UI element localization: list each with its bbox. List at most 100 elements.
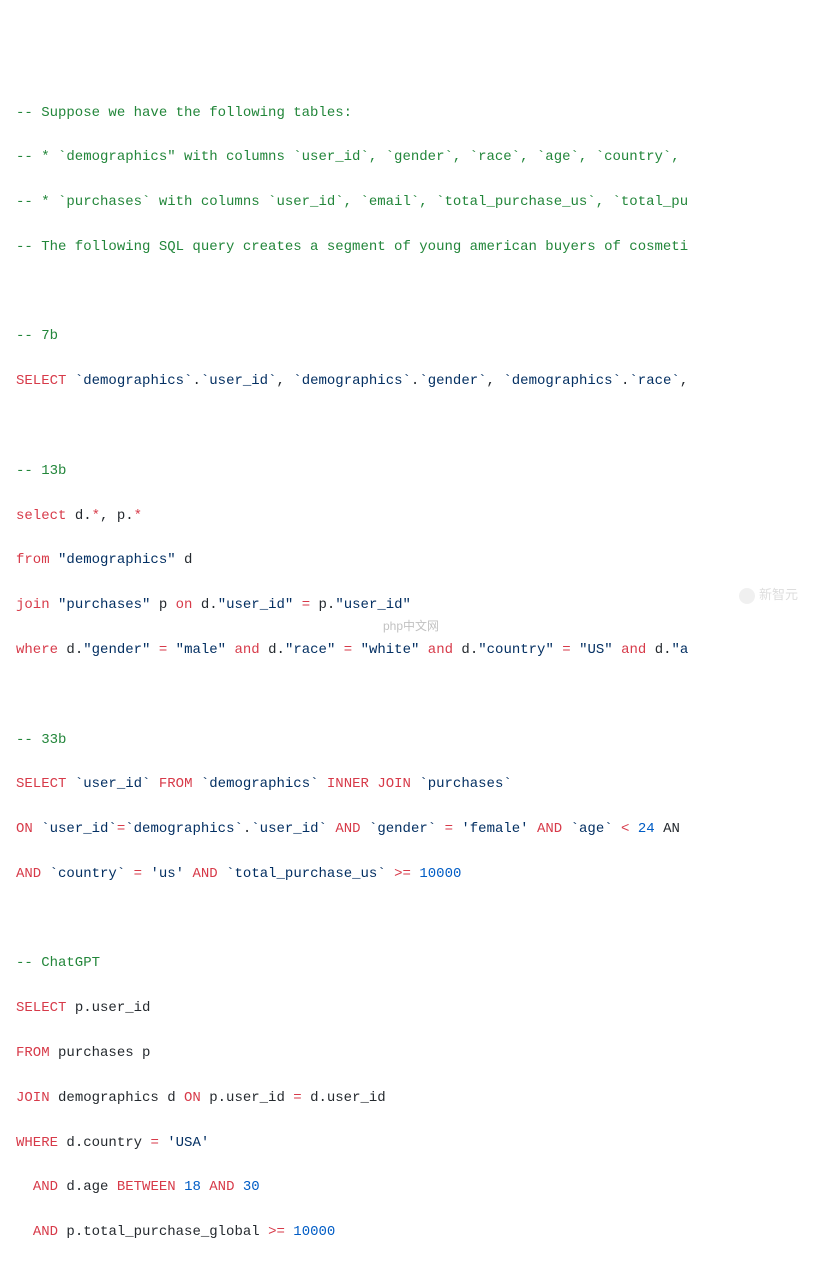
token-id [319,776,327,792]
token-id: p. [310,597,335,613]
token-id [386,866,394,882]
code-line [16,684,806,706]
token-comment: -- 33b [16,732,66,748]
token-id: p [150,597,175,613]
token-backtick: `user_id` [41,821,117,837]
token-kw: AND [33,1179,58,1195]
token-comment: -- 7b [16,328,58,344]
token-id [453,821,461,837]
token-kw: SELECT [16,373,66,389]
token-backtick: `demographics` [201,776,319,792]
token-op: = [302,597,310,613]
token-backtick: `gender` [419,373,486,389]
token-id [361,821,369,837]
token-kw: select [16,508,66,524]
token-id [629,821,637,837]
token-id [142,866,150,882]
token-id [16,687,24,703]
token-str: "male" [176,642,226,658]
token-id: d.country [58,1135,150,1151]
token-kw: and [235,642,260,658]
code-block: -- Suppose we have the following tables:… [16,102,806,1266]
code-line: -- 13b [16,460,806,482]
token-kw: AND [537,821,562,837]
token-id [125,866,133,882]
token-id [436,821,444,837]
token-id [16,284,24,300]
token-id [41,866,49,882]
token-kw: WHERE [16,1135,58,1151]
token-str: "a [672,642,689,658]
code-line [16,415,806,437]
token-comment: -- The following SQL query creates a seg… [16,239,688,255]
token-id: . [192,373,200,389]
token-backtick: `race` [629,373,679,389]
token-id: d. [260,642,285,658]
token-op: * [134,508,142,524]
token-kw: ON [184,1090,201,1106]
token-id [201,1179,209,1195]
token-id [16,1224,33,1240]
code-line: AND p.total_purchase_global >= 10000 [16,1221,806,1243]
token-backtick: `demographics` [75,373,193,389]
token-num: 30 [243,1179,260,1195]
watermark-text: 新智元 [759,585,798,606]
token-backtick: `user_id` [75,776,151,792]
token-id [176,1179,184,1195]
token-id [50,552,58,568]
token-kw: AND [16,866,41,882]
token-kw: INNER JOIN [327,776,411,792]
code-line [16,908,806,930]
token-id [571,642,579,658]
token-kw: SELECT [16,776,66,792]
token-kw: SELECT [16,1000,66,1016]
token-id [16,418,24,434]
token-str: "gender" [83,642,150,658]
code-line: SELECT `demographics`.`user_id`, `demogr… [16,370,806,392]
token-id: p.total_purchase_global [58,1224,268,1240]
token-str: "US" [579,642,613,658]
token-kw: and [621,642,646,658]
token-id [50,597,58,613]
code-line: AND `country` = 'us' AND `total_purchase… [16,863,806,885]
token-kw: AND [192,866,217,882]
token-comment: -- * `purchases` with columns `user_id`,… [16,194,688,210]
token-id: p.user_id [66,1000,150,1016]
token-str: "user_id" [218,597,294,613]
token-backtick: `user_id` [201,373,277,389]
token-num: 10000 [293,1224,335,1240]
token-id [235,1179,243,1195]
code-line: -- The following SQL query creates a seg… [16,236,806,258]
token-id: , p. [100,508,134,524]
token-num: 10000 [419,866,461,882]
token-id: d. [453,642,478,658]
token-kw: JOIN [16,1090,50,1106]
watermark-icon [739,588,755,604]
token-id [66,373,74,389]
token-id: . [243,821,251,837]
code-line: -- ChatGPT [16,952,806,974]
token-id [167,642,175,658]
code-line: SELECT `user_id` FROM `demographics` INN… [16,773,806,795]
token-id [159,1135,167,1151]
token-id [16,1179,33,1195]
token-id: d. [192,597,217,613]
token-backtick: `demographics` [125,821,243,837]
token-backtick: `country` [50,866,126,882]
token-id: purchases p [50,1045,151,1061]
token-id: , [276,373,293,389]
code-line: SELECT p.user_id [16,997,806,1019]
token-op: * [92,508,100,524]
token-id [411,866,419,882]
token-str: "race" [285,642,335,658]
token-num: 18 [184,1179,201,1195]
token-str: "user_id" [335,597,411,613]
token-op: = [159,642,167,658]
code-line: -- 7b [16,325,806,347]
token-kw: AND [209,1179,234,1195]
code-line: -- Suppose we have the following tables: [16,102,806,124]
token-str: "purchases" [58,597,150,613]
token-backtick: `demographics` [503,373,621,389]
token-id [285,1224,293,1240]
token-id: , [487,373,504,389]
